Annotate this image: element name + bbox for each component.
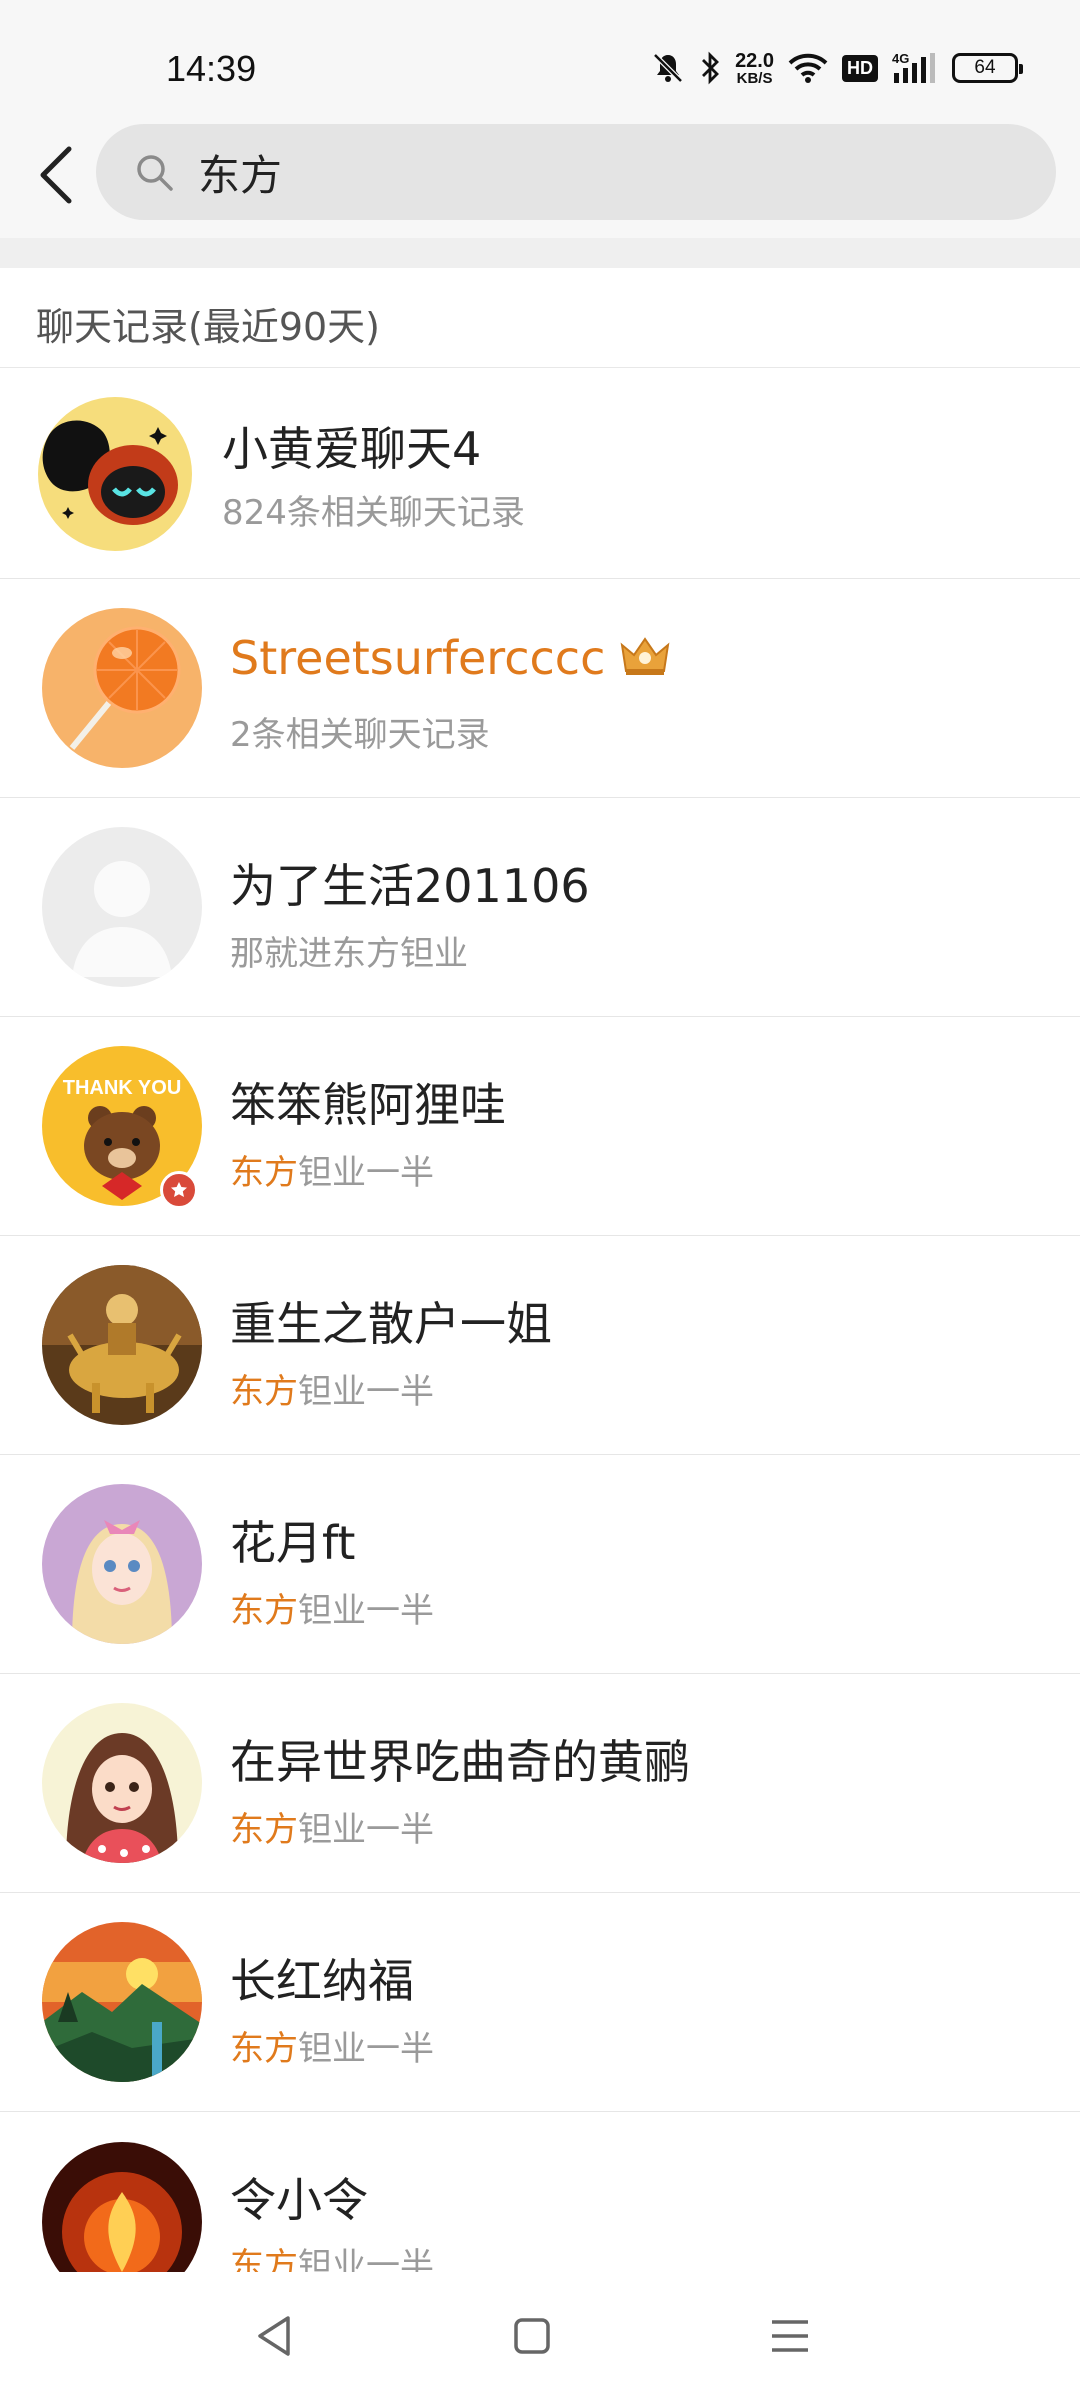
keyword-highlight: 东方 [230, 2029, 298, 2069]
snippet-rest: 钽业一半 [298, 2246, 434, 2272]
mute-bell-icon [651, 51, 685, 85]
search-icon [132, 150, 176, 194]
net-speed-value: 22.0 [735, 49, 774, 72]
message-snippet: 那就进东方钽业 [230, 934, 468, 974]
contact-name: 花月ft [230, 1516, 356, 1570]
badge-icon [160, 1171, 198, 1209]
snippet-rest: 钽业一半 [298, 2029, 434, 2069]
contact-name: 长红纳福 [230, 1954, 414, 2008]
list-item[interactable]: Streetsurfercccc 2条相关聊天记录 [0, 579, 1080, 798]
search-box[interactable] [96, 124, 1056, 220]
message-snippet: 东方钽业一半 [230, 2021, 434, 2070]
chevron-left-icon [40, 146, 72, 204]
section-header: 聊天记录(最近90天) [0, 268, 1080, 368]
message-snippet: 东方钽业一半 [230, 1802, 434, 1851]
list-item[interactable]: 令小令 东方钽业一半 [0, 2112, 1080, 2272]
avatar [42, 1922, 202, 2082]
keyword-highlight: 东方 [230, 1591, 298, 1631]
list-item[interactable]: 小黄爱聊天4 824条相关聊天记录 [0, 369, 1080, 579]
avatar [42, 1703, 202, 1863]
snippet-rest: 钽业一半 [298, 1153, 434, 1193]
keyword-highlight: 东方 [230, 1153, 298, 1193]
message-snippet: 东方钽业一半 [230, 1145, 434, 1194]
result-list: 小黄爱聊天4 824条相关聊天记录 Streetsurfercccc 2条相关聊… [0, 369, 1080, 2272]
divider-band [0, 238, 1080, 268]
snippet-rest: 钽业一半 [298, 1810, 434, 1850]
message-snippet: 东方钽业一半 [230, 1364, 434, 1413]
contact-name: 重生之散户一姐 [230, 1297, 552, 1351]
avatar [42, 1484, 202, 1644]
hd-badge: HD [842, 54, 878, 82]
avatar [42, 827, 202, 987]
list-item[interactable]: 长红纳福 东方钽业一半 [0, 1893, 1080, 2112]
list-item[interactable]: 为了生活201106 那就进东方钽业 [0, 798, 1080, 1017]
home-square-icon[interactable] [502, 2306, 562, 2366]
list-item[interactable]: 花月ft 东方钽业一半 [0, 1455, 1080, 1674]
message-snippet: 东方钽业一半 [230, 1583, 434, 1632]
back-button[interactable] [22, 140, 92, 210]
match-summary: 2条相关聊天记录 [230, 715, 490, 755]
avatar [38, 396, 192, 551]
section-title: 聊天记录(最近90天) [36, 305, 381, 349]
vip-crown-icon [616, 631, 674, 679]
status-time: 14:39 [166, 48, 257, 89]
keyword-highlight: 东方 [230, 1372, 298, 1412]
keyword-highlight: 东方 [230, 1810, 298, 1850]
network-type-label: 4G [892, 51, 909, 66]
system-nav-bar [0, 2272, 1080, 2400]
match-summary: 824条相关聊天记录 [222, 493, 525, 533]
contact-name: Streetsurfercccc [230, 631, 606, 685]
menu-lines-icon[interactable] [760, 2306, 820, 2366]
wifi-icon [788, 52, 828, 84]
message-snippet: 东方钽业一半 [230, 2238, 434, 2272]
battery-level: 64 [974, 57, 996, 78]
keyword-highlight: 东方 [230, 2246, 298, 2272]
contact-name: 令小令 [230, 2173, 368, 2227]
search-input[interactable] [198, 147, 978, 197]
contact-name: 笨笨熊阿狸哇 [230, 1078, 506, 1132]
list-item[interactable]: THANK YOU 笨笨熊阿狸哇 东方钽业一半 [0, 1017, 1080, 1236]
avatar-caption: THANK YOU [63, 1077, 182, 1099]
status-bar: 14:39 22.0 KB/S HD 4G 64 [0, 0, 1080, 120]
snippet-rest: 钽业一半 [298, 1372, 434, 1412]
avatar [42, 608, 202, 768]
contact-name: 为了生活201106 [230, 859, 590, 913]
avatar [42, 2142, 202, 2272]
net-speed-unit: KB/S [736, 69, 773, 87]
snippet-rest: 钽业一半 [298, 1591, 434, 1631]
contact-name: 在异世界吃曲奇的黄鹂 [230, 1735, 690, 1789]
avatar [42, 1265, 202, 1425]
list-item[interactable]: 在异世界吃曲奇的黄鹂 东方钽业一半 [0, 1674, 1080, 1893]
back-triangle-icon[interactable] [244, 2306, 304, 2366]
net-speed: 22.0 KB/S [735, 51, 774, 86]
bluetooth-icon [699, 51, 721, 85]
battery-icon: 64 [952, 53, 1023, 83]
search-header [0, 120, 1080, 238]
status-icons: 22.0 KB/S HD 4G 64 [651, 46, 1023, 90]
list-item[interactable]: 重生之散户一姐 东方钽业一半 [0, 1236, 1080, 1455]
contact-name: 小黄爱聊天4 [222, 422, 482, 476]
signal-icon: 4G [892, 51, 938, 85]
